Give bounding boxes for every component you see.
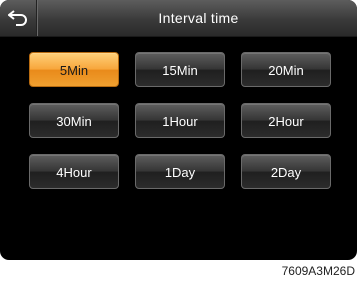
option-20min-button[interactable]: 20Min	[241, 52, 331, 87]
option-30min-button[interactable]: 30Min	[29, 103, 119, 138]
back-button[interactable]	[0, 0, 37, 36]
back-arrow-icon	[8, 10, 27, 26]
option-5min-button[interactable]: 5Min	[29, 52, 119, 87]
option-1day-button[interactable]: 1Day	[135, 154, 225, 189]
option-2day-button[interactable]: 2Day	[241, 154, 331, 189]
option-2hour-button[interactable]: 2Hour	[241, 103, 331, 138]
option-4hour-button[interactable]: 4Hour	[29, 154, 119, 189]
header-bar: Interval time	[0, 0, 357, 37]
option-1hour-button[interactable]: 1Hour	[135, 103, 225, 138]
option-15min-button[interactable]: 15Min	[135, 52, 225, 87]
display-panel: Interval time 5Min 15Min 20Min 30Min 1Ho…	[0, 0, 357, 260]
figure-code: 7609A3M26D	[281, 264, 355, 278]
page-title: Interval time	[158, 10, 239, 26]
